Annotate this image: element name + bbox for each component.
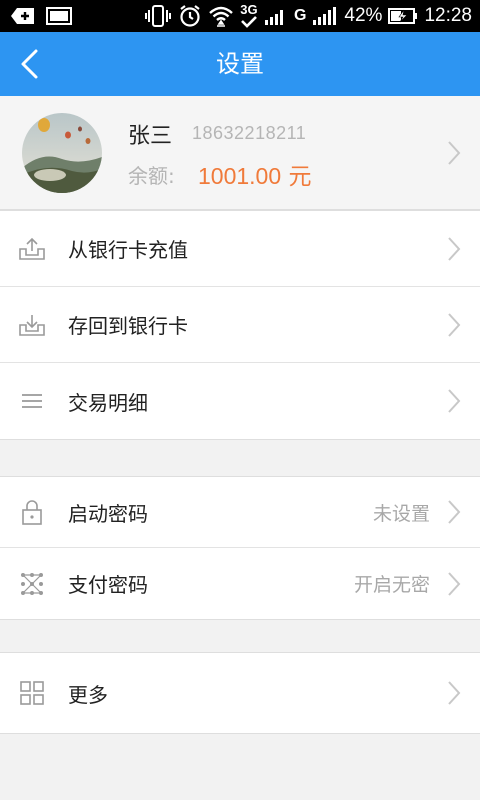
menu-item-label: 更多 (68, 682, 108, 707)
signal-strength-2-icon (312, 6, 338, 26)
menu-item-label: 支付密码 (68, 573, 148, 597)
profile-name: 张三 (128, 124, 173, 149)
chevron-right-icon (448, 312, 461, 337)
network-g-label: G (293, 7, 307, 24)
network-3g-indicator: 3G (240, 2, 258, 28)
menu-item-label: 交易明细 (68, 390, 148, 415)
chevron-right-icon (448, 500, 461, 524)
grid-icon (20, 681, 44, 705)
status-bar: 3G G 42% 12:28 (0, 0, 480, 32)
chevron-right-icon (448, 681, 461, 705)
security-menu: 启动密码 未设置 支付密码 开启无密 (0, 476, 480, 620)
battery-charging-icon (388, 7, 418, 25)
profile-phone: 18632218211 (192, 123, 307, 143)
chevron-right-icon (448, 140, 461, 165)
profile-card[interactable]: 张三 18632218211 余额: 1001.00 元 (0, 96, 480, 210)
account-menu: 从银行卡充值 存回到银行卡 交易明细 (0, 210, 480, 440)
menu-item-more[interactable]: 更多 (0, 653, 480, 733)
clock-time: 12:28 (424, 5, 472, 26)
avatar (22, 113, 102, 193)
menu-item-label: 存回到银行卡 (68, 314, 188, 338)
alarm-icon (178, 4, 202, 28)
menu-item-payment-password[interactable]: 支付密码 开启无密 (0, 548, 480, 619)
chevron-right-icon (448, 236, 461, 261)
signal-strength-icon (264, 6, 288, 26)
upload-tray-icon (19, 237, 45, 260)
battery-percent: 42% (344, 5, 383, 26)
page-title: 设置 (216, 50, 264, 78)
menu-item-label: 从银行卡充值 (68, 238, 188, 262)
title-bar: 设置 (0, 32, 480, 96)
wifi-icon (208, 4, 234, 28)
vibrate-icon (144, 4, 172, 28)
menu-item-withdraw[interactable]: 存回到银行卡 (0, 287, 480, 363)
data-transfer-icon (241, 16, 257, 28)
balance-value: 1001.00 (198, 163, 282, 189)
status-bar-right: 3G G 42% 12:28 (144, 0, 472, 32)
network-type-label: 3G (240, 2, 258, 17)
status-bar-left (10, 0, 72, 32)
menu-item-label: 启动密码 (68, 501, 148, 526)
list-icon (22, 394, 42, 408)
menu-item-recharge[interactable]: 从银行卡充值 (0, 211, 480, 287)
image-icon (46, 6, 72, 26)
lock-icon (22, 500, 42, 525)
add-notification-icon (10, 6, 36, 26)
chevron-right-icon (448, 571, 461, 596)
chevron-right-icon (448, 389, 461, 413)
menu-item-transactions[interactable]: 交易明细 (0, 363, 480, 439)
menu-item-value: 开启无密 (353, 574, 430, 596)
download-tray-icon (19, 314, 45, 336)
menu-item-startup-password[interactable]: 启动密码 未设置 (0, 477, 480, 548)
more-menu: 更多 (0, 652, 480, 734)
balance-label: 余额: (128, 164, 175, 188)
balance-amount: 1001.00 元 (198, 157, 311, 191)
menu-item-value: 未设置 (372, 502, 430, 525)
pattern-icon (21, 572, 43, 595)
balance-unit: 元 (288, 164, 312, 190)
